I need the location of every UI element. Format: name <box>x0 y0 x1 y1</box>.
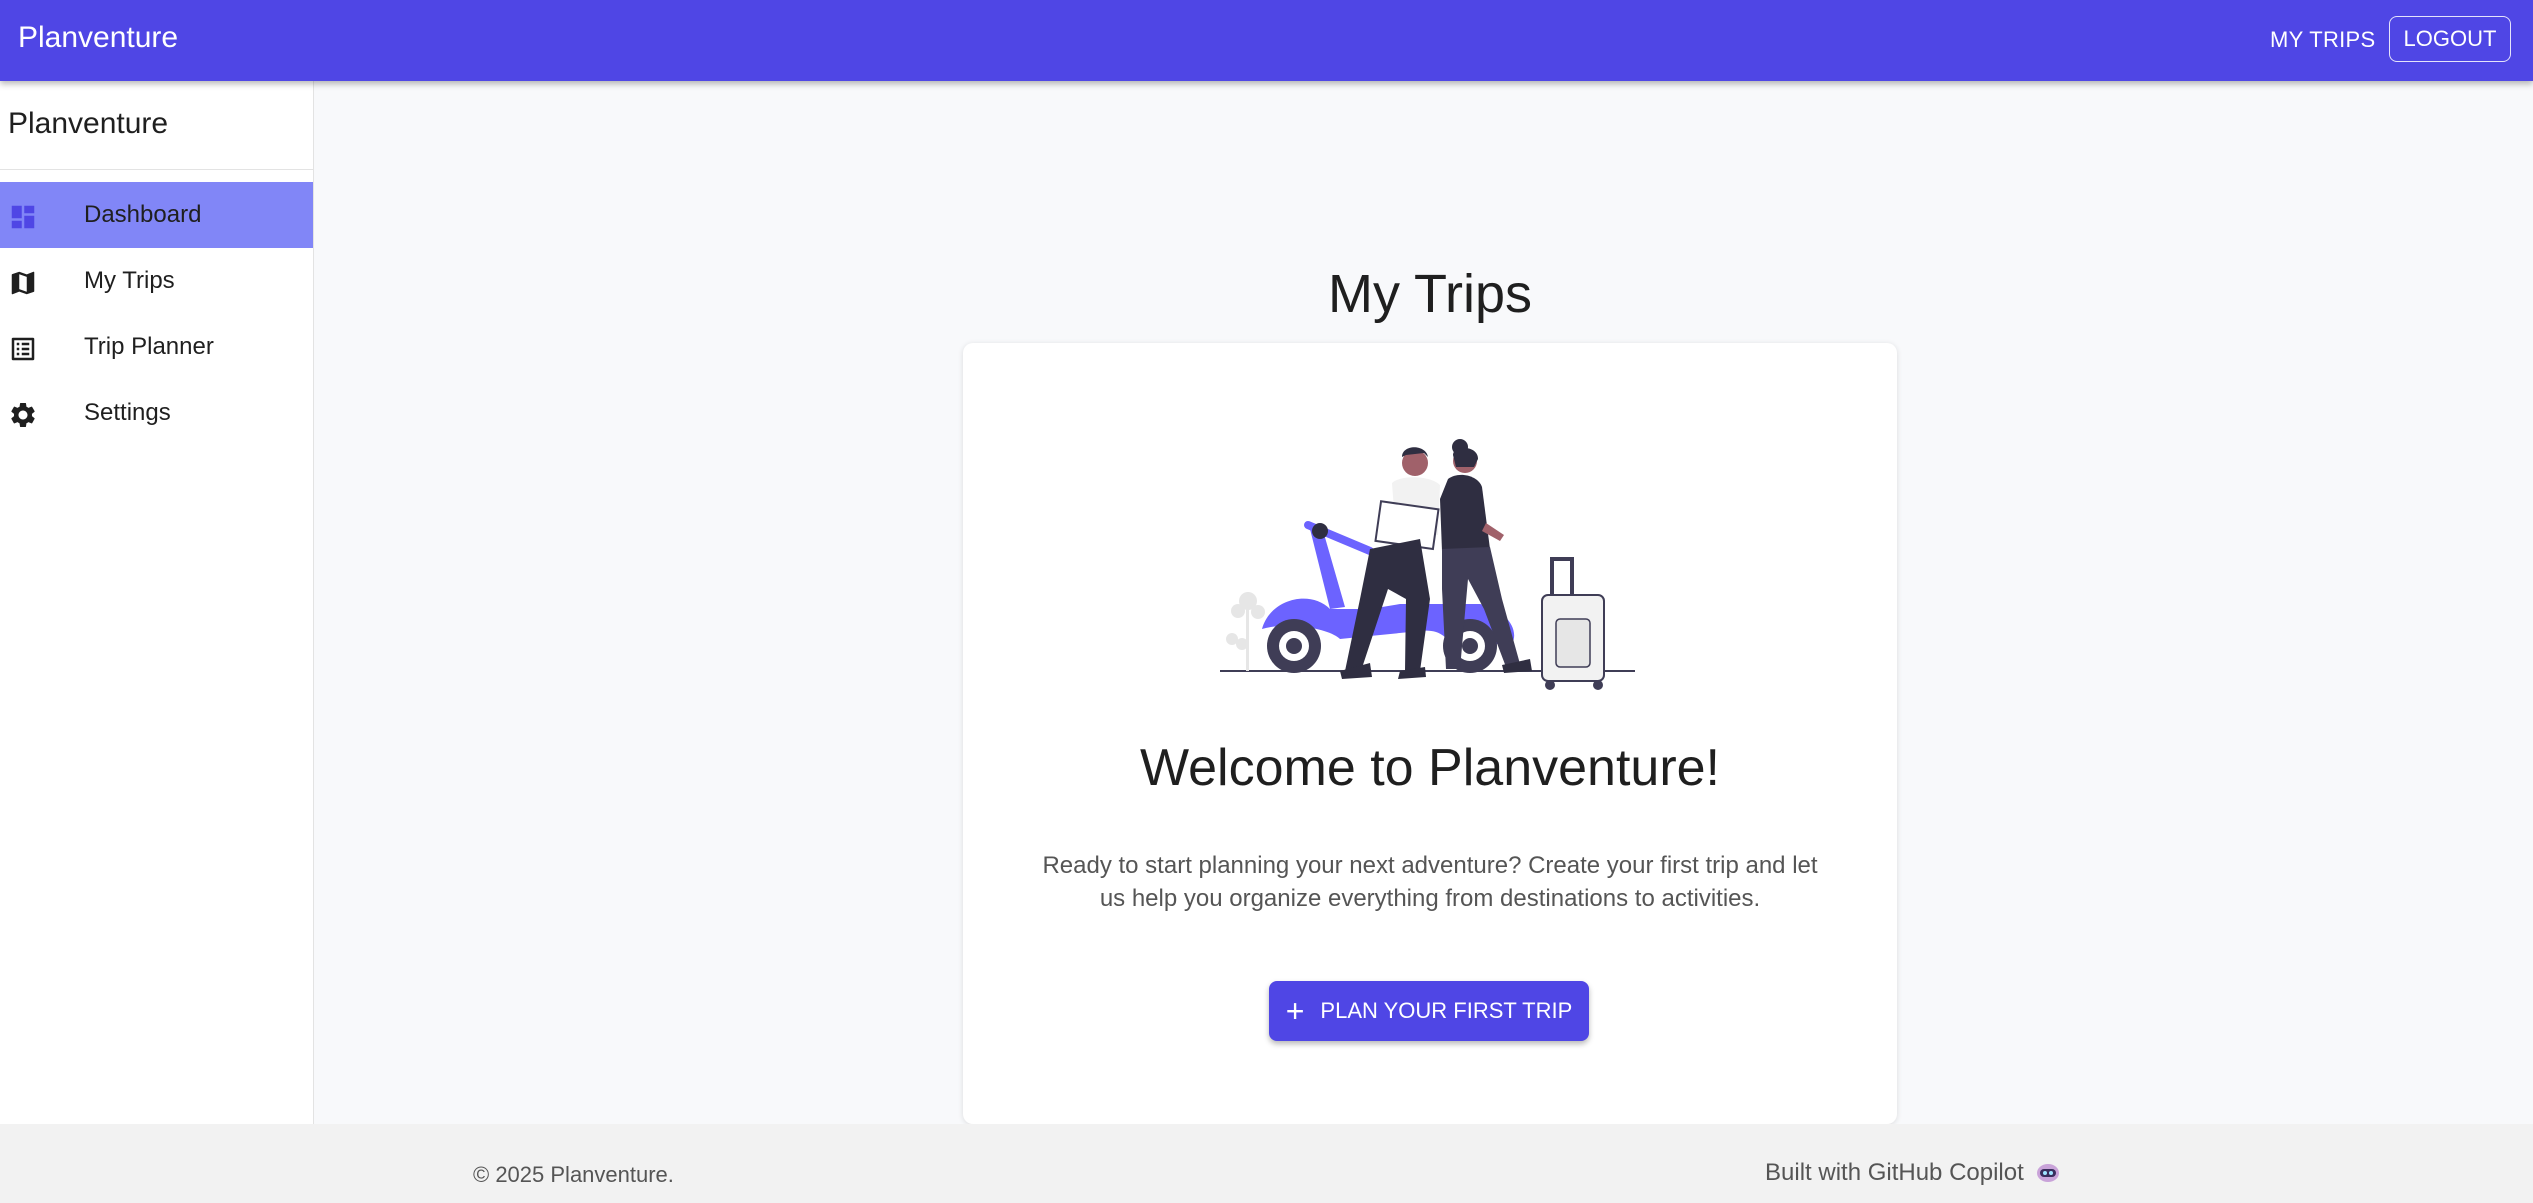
gear-icon <box>11 403 35 427</box>
app-bar: Planventure MY TRIPS LOGOUT <box>0 0 2533 81</box>
nav-my-trips-link[interactable]: MY TRIPS <box>2270 27 2376 53</box>
built-with-text: Built with GitHub Copilot <box>1765 1159 2060 1187</box>
welcome-description: Ready to start planning your next advent… <box>1042 852 1818 912</box>
logout-button[interactable]: LOGOUT <box>2389 16 2511 62</box>
sidebar-item-label: Dashboard <box>84 201 202 228</box>
list-icon <box>11 337 35 361</box>
dashboard-icon <box>11 205 35 229</box>
scooter-travelers-illustration <box>1220 439 1635 690</box>
sidebar-title: Planventure <box>8 107 169 140</box>
sidebar-item-dashboard[interactable]: Dashboard <box>0 182 313 248</box>
page-title: My Trips <box>1327 264 1532 324</box>
sidebar-item-settings[interactable]: Settings <box>0 380 313 446</box>
sidebar-item-label: Settings <box>84 399 171 426</box>
welcome-heading: Welcome to Planventure! <box>1140 739 1720 797</box>
footer: © 2025 Planventure. Built with GitHub Co… <box>0 1124 2533 1203</box>
sidebar-item-label: Trip Planner <box>84 333 214 360</box>
brand-logo[interactable]: Planventure <box>18 21 178 55</box>
built-with-label: Built with GitHub Copilot <box>1765 1159 2024 1186</box>
copilot-icon <box>2037 1164 2060 1182</box>
plan-first-trip-label: PLAN YOUR FIRST TRIP <box>1320 998 1573 1023</box>
plus-icon: + <box>1285 993 1305 1029</box>
welcome-card: Welcome to Planventure! Ready to start p… <box>963 343 1897 1124</box>
sidebar: Planventure Dashboard My Trips Trip Plan… <box>0 81 314 1124</box>
sidebar-divider <box>0 169 313 170</box>
plan-first-trip-button[interactable]: + PLAN YOUR FIRST TRIP <box>1269 981 1589 1041</box>
copyright-text: © 2025 Planventure. <box>473 1162 674 1187</box>
